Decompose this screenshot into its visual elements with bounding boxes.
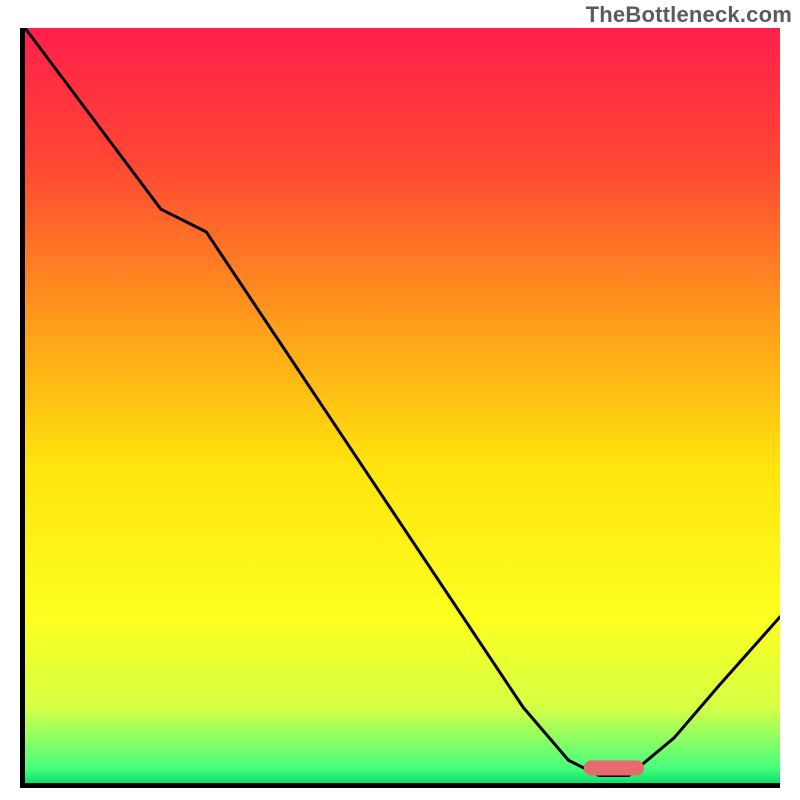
chart-frame: TheBottleneck.com: [0, 0, 800, 800]
watermark-text: TheBottleneck.com: [586, 2, 792, 28]
optimal-marker: [25, 28, 780, 783]
plot-area: [20, 28, 780, 788]
